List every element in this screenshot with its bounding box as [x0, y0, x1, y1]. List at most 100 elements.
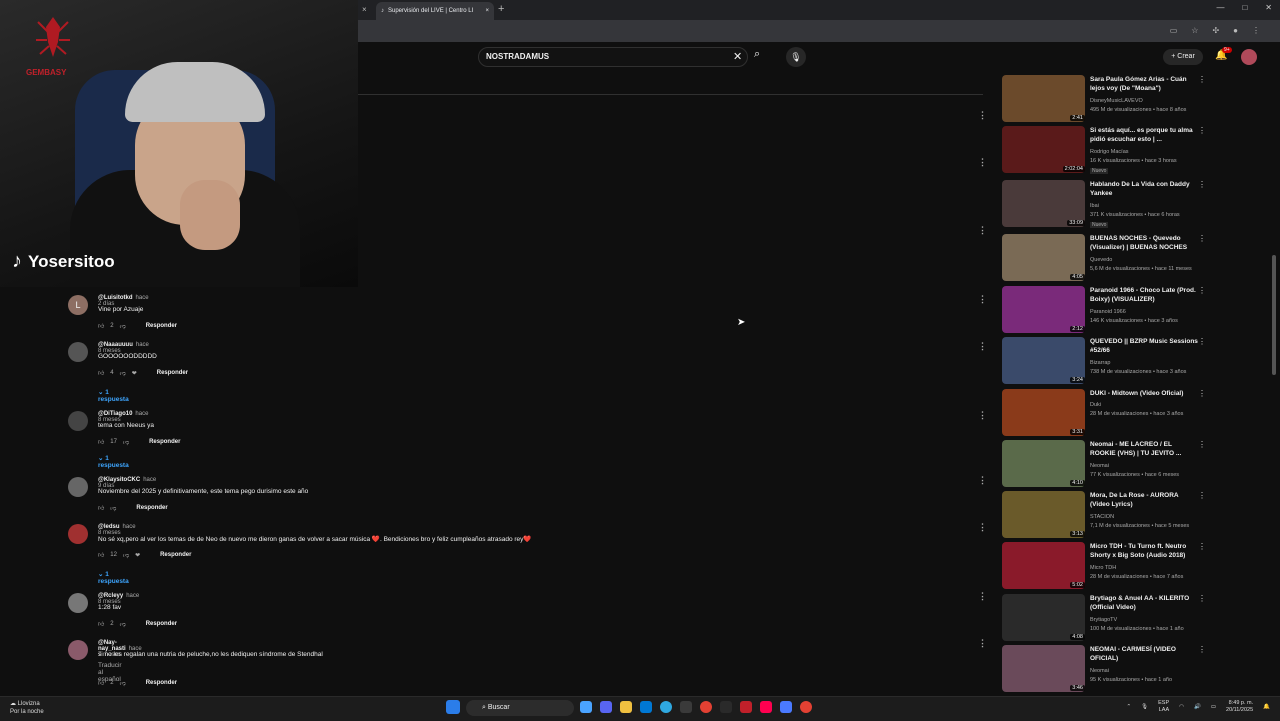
- wifi-icon[interactable]: ◠: [1179, 704, 1184, 710]
- video-card[interactable]: 4:05 BUENAS NOCHES - Quevedo (Visualizer…: [1002, 234, 1212, 285]
- more-options-icon[interactable]: ⋮: [1198, 440, 1206, 449]
- view-replies-button[interactable]: ⌄ 1 respuesta: [98, 570, 129, 585]
- dislike-icon[interactable]: 👎︎: [123, 438, 129, 446]
- reply-button[interactable]: Responder: [136, 505, 167, 511]
- more-options-icon[interactable]: ⋮: [1198, 180, 1206, 189]
- like-icon[interactable]: 👍︎: [98, 504, 104, 512]
- clear-icon[interactable]: ✕: [733, 50, 742, 63]
- more-options-icon[interactable]: ⋮: [1198, 645, 1206, 654]
- profile-icon[interactable]: ●: [1233, 26, 1238, 35]
- more-options-icon[interactable]: ⋮: [978, 110, 987, 121]
- video-card[interactable]: 2:12 Paranoid 1966 - Choco Late (Prod. B…: [1002, 286, 1212, 337]
- avatar[interactable]: [68, 593, 88, 613]
- more-options-icon[interactable]: ⋮: [1198, 594, 1206, 603]
- channel-name[interactable]: BrytiagoTV: [1090, 617, 1117, 623]
- video-card[interactable]: 3:46 NEOMAI - CARMESÍ (VIDEO OFICIAL) Ne…: [1002, 645, 1212, 696]
- video-title[interactable]: Neomai - ME LACREO / EL ROOKIE (VHS) | T…: [1090, 440, 1198, 458]
- dislike-icon[interactable]: 👎︎: [120, 369, 126, 377]
- video-card[interactable]: 4:10 Neomai - ME LACREO / EL ROOKIE (VHS…: [1002, 440, 1212, 491]
- like-icon[interactable]: 👍︎: [98, 679, 104, 687]
- reply-button[interactable]: Responder: [146, 680, 177, 686]
- video-title[interactable]: Sara Paula Gómez Arias - Cuán lejos voy …: [1090, 75, 1198, 93]
- video-title[interactable]: DUKI - Midtown (Video Oficial): [1090, 389, 1198, 398]
- dislike-icon[interactable]: 👎︎: [110, 504, 116, 512]
- more-options-icon[interactable]: ⋮: [1198, 234, 1206, 243]
- video-card[interactable]: 5:02 Micro TDH - Tu Turno ft. Neutro Sho…: [1002, 542, 1212, 593]
- reply-button[interactable]: Responder: [149, 439, 180, 445]
- file-explorer-icon[interactable]: [620, 701, 632, 713]
- reply-button[interactable]: Responder: [157, 370, 188, 376]
- page-scrollbar[interactable]: [1272, 255, 1276, 375]
- more-options-icon[interactable]: ⋮: [978, 157, 987, 168]
- like-icon[interactable]: 👍︎: [98, 551, 104, 559]
- notification-icon[interactable]: 🔔: [1263, 704, 1270, 710]
- reply-button[interactable]: Responder: [160, 552, 191, 558]
- video-title[interactable]: Mora, De La Rose - AURORA (Video Lyrics): [1090, 491, 1198, 509]
- more-options-icon[interactable]: ⋮: [978, 294, 987, 305]
- channel-name[interactable]: Neomai: [1090, 463, 1109, 469]
- video-title[interactable]: NEOMAI - CARMESÍ (VIDEO OFICIAL): [1090, 645, 1198, 663]
- channel-name[interactable]: Bizarrap: [1090, 360, 1110, 366]
- close-tab-icon[interactable]: ×: [362, 5, 367, 14]
- search-icon[interactable]: ⌕: [754, 48, 760, 61]
- video-card[interactable]: 3:13 Mora, De La Rose - AURORA (Video Ly…: [1002, 491, 1212, 542]
- dislike-icon[interactable]: 👎︎: [123, 551, 129, 559]
- mic-icon[interactable]: 🎙: [786, 47, 806, 67]
- channel-name[interactable]: STACION: [1090, 514, 1114, 520]
- browser-tab[interactable]: ♪ Supervisión del LIVE | Centro LI ×: [376, 2, 494, 20]
- more-options-icon[interactable]: ⋮: [1198, 75, 1206, 84]
- clock[interactable]: 8:49 p. m. 20/11/2025: [1226, 700, 1253, 714]
- more-options-icon[interactable]: ⋮: [978, 341, 987, 352]
- more-options-icon[interactable]: ⋮: [978, 475, 987, 486]
- edge-icon[interactable]: [660, 701, 672, 713]
- video-title[interactable]: Paranoid 1966 - Choco Late (Prod. Boixy)…: [1090, 286, 1198, 304]
- more-options-icon[interactable]: ⋮: [1198, 491, 1206, 500]
- video-card[interactable]: 3:31 DUKI - Midtown (Video Oficial) Duki…: [1002, 389, 1212, 440]
- avatar[interactable]: [68, 477, 88, 497]
- taskbar-search[interactable]: ⌕ Buscar: [466, 700, 574, 716]
- more-options-icon[interactable]: ⋮: [978, 225, 987, 236]
- discord-icon[interactable]: [600, 701, 612, 713]
- video-card[interactable]: 33:09 Hablando De La Vida con Daddy Yank…: [1002, 180, 1212, 231]
- video-card[interactable]: 2:02:04 Si estás aquí... es porque tu al…: [1002, 126, 1212, 177]
- chrome-icon[interactable]: [700, 701, 712, 713]
- close-tab-icon[interactable]: ×: [485, 8, 489, 14]
- cast-icon[interactable]: ▭: [1170, 26, 1178, 35]
- reply-button[interactable]: Responder: [146, 621, 177, 627]
- video-title[interactable]: Hablando De La Vida con Daddy Yankee: [1090, 180, 1198, 198]
- reply-button[interactable]: Responder: [146, 323, 177, 329]
- like-icon[interactable]: 👍︎: [98, 369, 104, 377]
- video-title[interactable]: Brytiago & Anuel AA - KILERITO (Official…: [1090, 594, 1198, 612]
- video-title[interactable]: Si estás aquí... es porque tu alma pidió…: [1090, 126, 1198, 144]
- video-card[interactable]: 4:08 Brytiago & Anuel AA - KILERITO (Off…: [1002, 594, 1212, 645]
- copilot-icon[interactable]: [580, 701, 592, 713]
- avatar[interactable]: [68, 411, 88, 431]
- app-icon[interactable]: [780, 701, 792, 713]
- channel-name[interactable]: Paranoid 1966: [1090, 309, 1126, 315]
- channel-name[interactable]: Ibai: [1090, 203, 1099, 209]
- obs-icon[interactable]: [720, 701, 732, 713]
- view-replies-button[interactable]: ⌄ 1 respuesta: [98, 454, 129, 469]
- dislike-icon[interactable]: 👎︎: [120, 679, 126, 687]
- video-card[interactable]: 2:41 Sara Paula Gómez Arias - Cuán lejos…: [1002, 75, 1212, 126]
- app-icon[interactable]: [740, 701, 752, 713]
- create-button[interactable]: + Crear: [1163, 49, 1203, 65]
- store-icon[interactable]: [680, 701, 692, 713]
- language-indicator[interactable]: ESP LAA: [1158, 700, 1169, 714]
- dislike-icon[interactable]: 👎︎: [120, 620, 126, 628]
- battery-icon[interactable]: ▭: [1211, 704, 1216, 710]
- more-options-icon[interactable]: ⋮: [978, 410, 987, 421]
- channel-name[interactable]: Micro TDH: [1090, 565, 1116, 571]
- more-options-icon[interactable]: ⋮: [1198, 286, 1206, 295]
- channel-name[interactable]: Quevedo: [1090, 257, 1112, 263]
- more-options-icon[interactable]: ⋮: [1198, 542, 1206, 551]
- mic-tray-icon[interactable]: 🎙: [1141, 704, 1148, 710]
- chevron-up-icon[interactable]: ⌃: [1127, 704, 1132, 710]
- more-options-icon[interactable]: ⋮: [978, 638, 987, 649]
- more-options-icon[interactable]: ⋮: [978, 522, 987, 533]
- new-tab-button[interactable]: +: [498, 3, 504, 15]
- outlook-icon[interactable]: [640, 701, 652, 713]
- like-icon[interactable]: 👍︎: [98, 438, 104, 446]
- like-icon[interactable]: 👍︎: [98, 620, 104, 628]
- volume-icon[interactable]: 🔊: [1194, 704, 1201, 710]
